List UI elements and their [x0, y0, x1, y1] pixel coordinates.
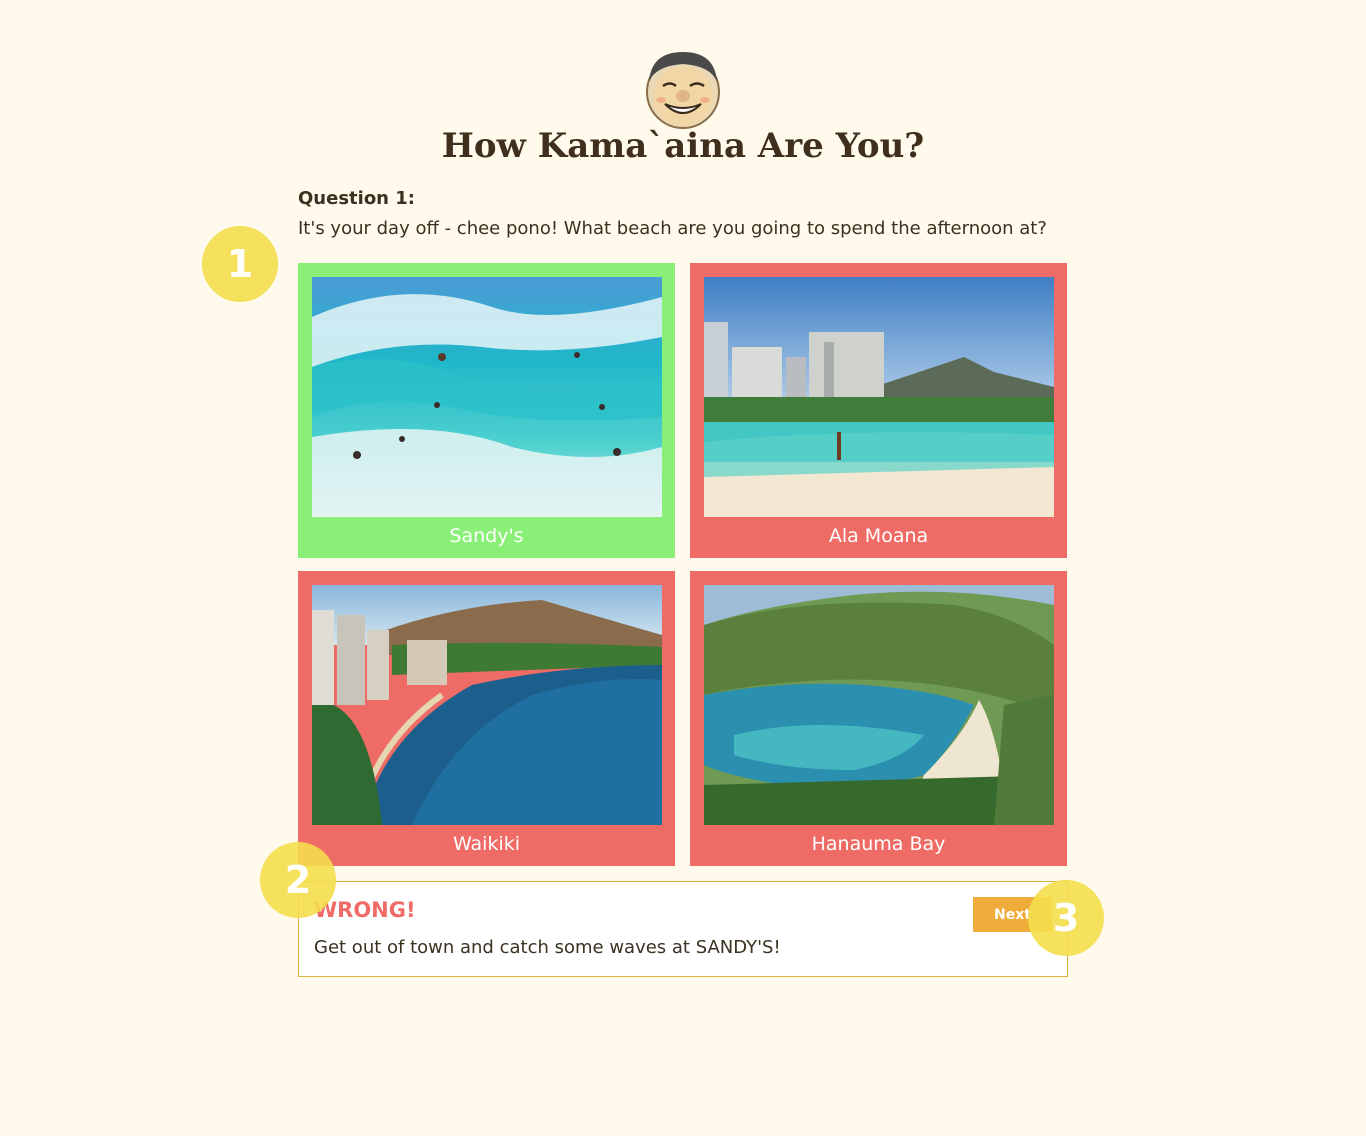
waikiki-coastline-photo: [312, 585, 662, 825]
answer-card-waikiki[interactable]: Waikiki: [298, 571, 675, 866]
answer-label-sandys: Sandy's: [449, 525, 524, 547]
annotation-marker-2: 2: [260, 842, 336, 918]
feedback-panel: WRONG! Get out of town and catch some wa…: [298, 881, 1068, 977]
answer-card-ala-moana[interactable]: Ala Moana: [690, 263, 1067, 558]
annotation-marker-1: 1: [202, 226, 278, 302]
page-title: How Kama`aina Are You?: [441, 126, 925, 166]
question-text: It's your day off - chee pono! What beac…: [298, 218, 1047, 239]
surf-waves-photo: [312, 277, 662, 517]
hanauma-bay-photo: [704, 585, 1054, 825]
feedback-message: Get out of town and catch some waves at …: [314, 937, 781, 958]
answer-card-sandys[interactable]: Sandy's: [298, 263, 675, 558]
answer-label-ala-moana: Ala Moana: [828, 525, 929, 547]
answer-label-waikiki: Waikiki: [452, 833, 521, 855]
answer-card-hanauma-bay[interactable]: Hanauma Bay: [690, 571, 1067, 866]
smiling-face-logo: [646, 52, 720, 129]
annotation-marker-3: 3: [1028, 880, 1104, 956]
question-number: Question 1:: [298, 188, 415, 209]
answer-label-hanauma-bay: Hanauma Bay: [811, 833, 946, 855]
ala-moana-beach-photo: [704, 277, 1054, 517]
